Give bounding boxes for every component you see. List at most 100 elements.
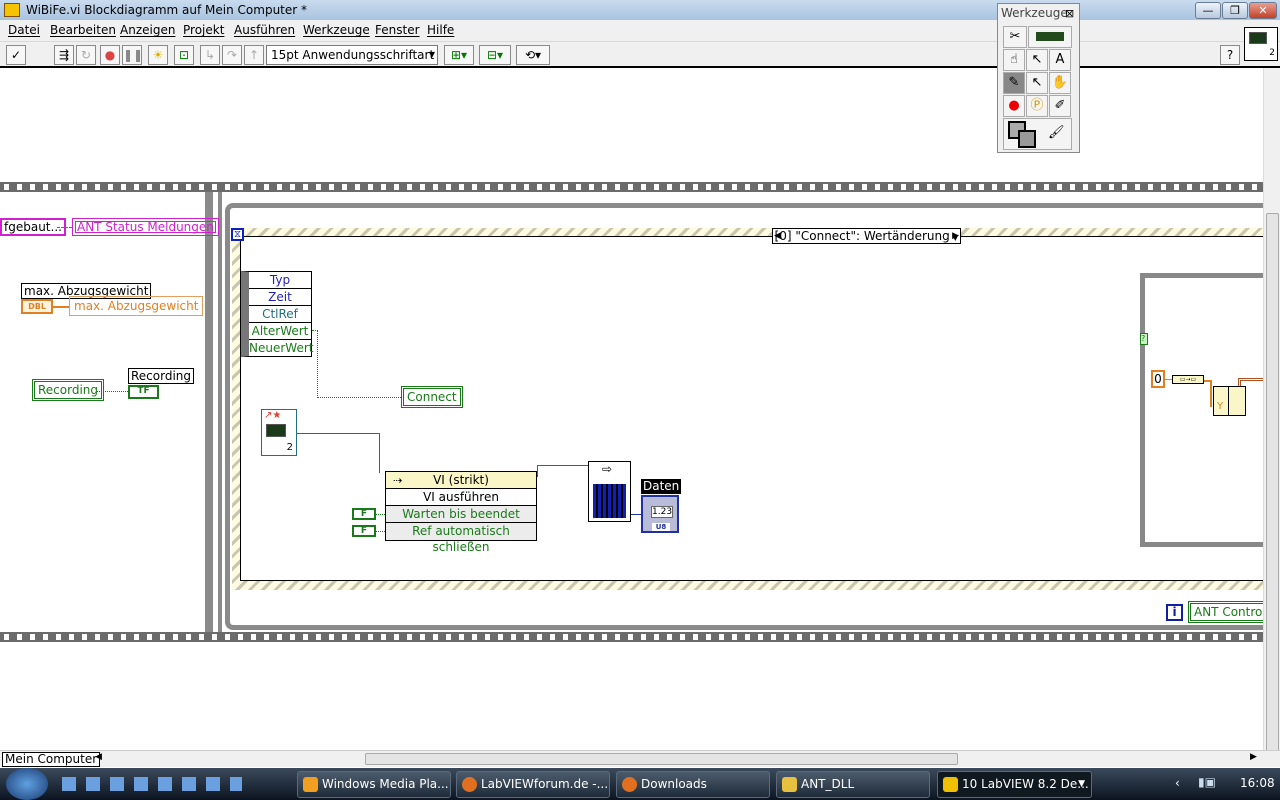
taskbar: Windows Media Pla... LabVIEWforum.de -..…: [0, 768, 1280, 800]
vertical-scrollbar[interactable]: [1263, 68, 1280, 753]
run-button[interactable]: ✓: [6, 45, 26, 65]
ant-control-local-variable[interactable]: ANT Control: [1188, 601, 1263, 623]
scroll-tool-icon[interactable]: ✋: [1049, 72, 1071, 94]
menu-ausfuehren[interactable]: Ausführen: [234, 23, 295, 37]
show-hidden-icons[interactable]: ‹: [1175, 776, 1180, 790]
timeout-icon[interactable]: ⧖: [231, 228, 244, 241]
invoke-node-method[interactable]: VI ausführen: [386, 489, 536, 506]
false-constant[interactable]: F: [352, 508, 376, 520]
run-continuously-icon[interactable]: ⇶: [54, 45, 74, 65]
abort-icon[interactable]: ●: [100, 45, 120, 65]
numeric-constant[interactable]: 0: [1151, 370, 1165, 388]
menu-bearbeiten[interactable]: Bearbeiten: [50, 23, 116, 37]
tray-icons[interactable]: ▮▣: [1198, 775, 1216, 789]
build-array-node[interactable]: ▭⇢▭: [1172, 375, 1204, 384]
event-selector[interactable]: ◀ [0] "Connect": Wertänderung ▼ ▶: [772, 228, 961, 244]
wire: [1238, 378, 1263, 386]
event-data-node[interactable]: Typ Zeit CtlRef AlterWert NeuerWert: [241, 271, 313, 357]
wire: [537, 465, 588, 477]
event-data-zeit[interactable]: Zeit: [249, 289, 311, 306]
auto-tool-indicator-icon[interactable]: [1028, 26, 1072, 48]
breakpoint-tool-icon[interactable]: ●: [1003, 95, 1025, 117]
scroll-left-icon[interactable]: ◀: [95, 752, 102, 762]
waveform-node[interactable]: Y: [1213, 386, 1246, 416]
repeat-icon[interactable]: ↻: [76, 45, 96, 65]
event-data-typ[interactable]: Typ: [249, 272, 311, 289]
recording-indicator-terminal[interactable]: TF: [128, 385, 159, 399]
property-node[interactable]: ⇨: [588, 461, 631, 522]
task-ant-dll[interactable]: ANT_DLL: [776, 771, 930, 798]
close-icon[interactable]: ⊠: [1065, 7, 1074, 20]
menu-datei[interactable]: Datei: [8, 23, 40, 37]
menu-projekt[interactable]: Projekt: [183, 23, 224, 37]
static-vi-reference[interactable]: ↗★ 2: [261, 409, 297, 456]
start-button[interactable]: [6, 768, 48, 800]
param-ref-schliessen[interactable]: Ref automatisch schließen: [386, 523, 536, 554]
text-tool-icon[interactable]: A: [1049, 49, 1071, 71]
step-into-icon[interactable]: ↳: [200, 45, 220, 65]
task-labview-group[interactable]: 10 LabVIEW 8.2 De... ▼: [937, 771, 1092, 798]
case-selector[interactable]: ?: [1140, 333, 1148, 345]
vi-ref-number: 2: [286, 442, 293, 453]
wiring-tool-icon[interactable]: ✎: [1003, 72, 1025, 94]
menu-hilfe[interactable]: Hilfe: [427, 23, 454, 37]
dbl-control-terminal[interactable]: DBL: [21, 299, 53, 314]
help-button[interactable]: ?: [1220, 45, 1240, 65]
vi-icon[interactable]: 2: [1244, 27, 1278, 61]
menu-werkzeuge[interactable]: Werkzeuge: [303, 23, 370, 37]
auto-tool-icon[interactable]: ✂: [1003, 26, 1027, 48]
task-label: Windows Media Pla...: [322, 777, 449, 791]
event-selector-label: [0] "Connect": Wertänderung: [774, 229, 950, 243]
color-tool-icon[interactable]: 🖌: [1003, 118, 1072, 150]
wire: [376, 531, 385, 532]
daten-indicator[interactable]: 1.23 U8: [641, 495, 679, 533]
context-label[interactable]: Mein Computer: [2, 752, 101, 767]
font-select[interactable]: 15pt Anwendungsschriftart ▼: [266, 45, 438, 65]
event-data-neuerwert[interactable]: NeuerWert: [249, 340, 313, 357]
restore-button[interactable]: ❐: [1222, 2, 1248, 19]
distribute-objects-icon[interactable]: ⊟▾: [479, 45, 511, 65]
recording-local-variable[interactable]: Recording: [32, 379, 105, 401]
probe-tool-icon[interactable]: Ⓟ: [1026, 95, 1048, 117]
shortcut-menu-tool-icon[interactable]: ↖: [1026, 72, 1048, 94]
false-constant[interactable]: F: [352, 525, 376, 537]
param-warten-bis-beendet[interactable]: Warten bis beendet: [386, 506, 536, 523]
invoke-node[interactable]: VI (strikt) VI ausführen Warten bis been…: [385, 471, 537, 554]
scroll-right-icon[interactable]: ▶: [1250, 752, 1257, 762]
position-tool-icon[interactable]: ↖: [1026, 49, 1048, 71]
labview-app-icon: [4, 3, 20, 17]
chevron-down-icon: ▼: [428, 50, 435, 59]
operate-tool-icon[interactable]: ☝: [1003, 49, 1025, 71]
vertical-scroll-thumb[interactable]: [1266, 213, 1279, 753]
event-data-alterwert[interactable]: AlterWert: [249, 323, 311, 340]
prev-icon[interactable]: ◀: [774, 229, 781, 243]
clock[interactable]: 16:08: [1240, 776, 1275, 790]
step-over-icon[interactable]: ↷: [222, 45, 242, 65]
highlight-execution-icon[interactable]: ☀: [148, 45, 168, 65]
dbl-local-variable[interactable]: max. Abzugsgewicht: [69, 296, 204, 316]
reorder-icon[interactable]: ⟲▾: [516, 45, 550, 65]
color-copy-tool-icon[interactable]: ✐: [1049, 95, 1071, 117]
close-button[interactable]: ✕: [1249, 2, 1277, 19]
connect-local-variable[interactable]: Connect: [401, 386, 463, 408]
minimize-button[interactable]: —: [1195, 2, 1221, 19]
pause-icon[interactable]: ❚❚: [122, 45, 143, 65]
next-icon[interactable]: ▶: [952, 229, 959, 243]
align-objects-icon[interactable]: ⊞▾: [444, 45, 474, 65]
menu-anzeigen[interactable]: Anzeigen: [120, 23, 175, 37]
loop-iteration-terminal[interactable]: i: [1166, 604, 1183, 621]
task-firefox-labviewforum[interactable]: LabVIEWforum.de -...: [456, 771, 610, 798]
task-downloads[interactable]: Downloads: [616, 771, 770, 798]
menu-fenster[interactable]: Fenster: [375, 23, 420, 37]
quick-launch-icons[interactable]: [62, 777, 242, 791]
retain-wire-values-icon[interactable]: ⊡: [174, 45, 194, 65]
wire: [297, 433, 380, 473]
task-windows-media-player[interactable]: Windows Media Pla...: [297, 771, 451, 798]
sequence-frame-divider: [218, 192, 222, 632]
horizontal-scroll-thumb[interactable]: [365, 753, 958, 765]
wire: [97, 391, 128, 392]
status-local-variable[interactable]: ANT Status Meldungen: [72, 218, 219, 236]
step-out-icon[interactable]: ↑: [244, 45, 264, 65]
event-data-ctlref[interactable]: CtlRef: [249, 306, 311, 323]
horizontal-scrollbar[interactable]: Mein Computer ◀ ▶: [0, 750, 1280, 767]
